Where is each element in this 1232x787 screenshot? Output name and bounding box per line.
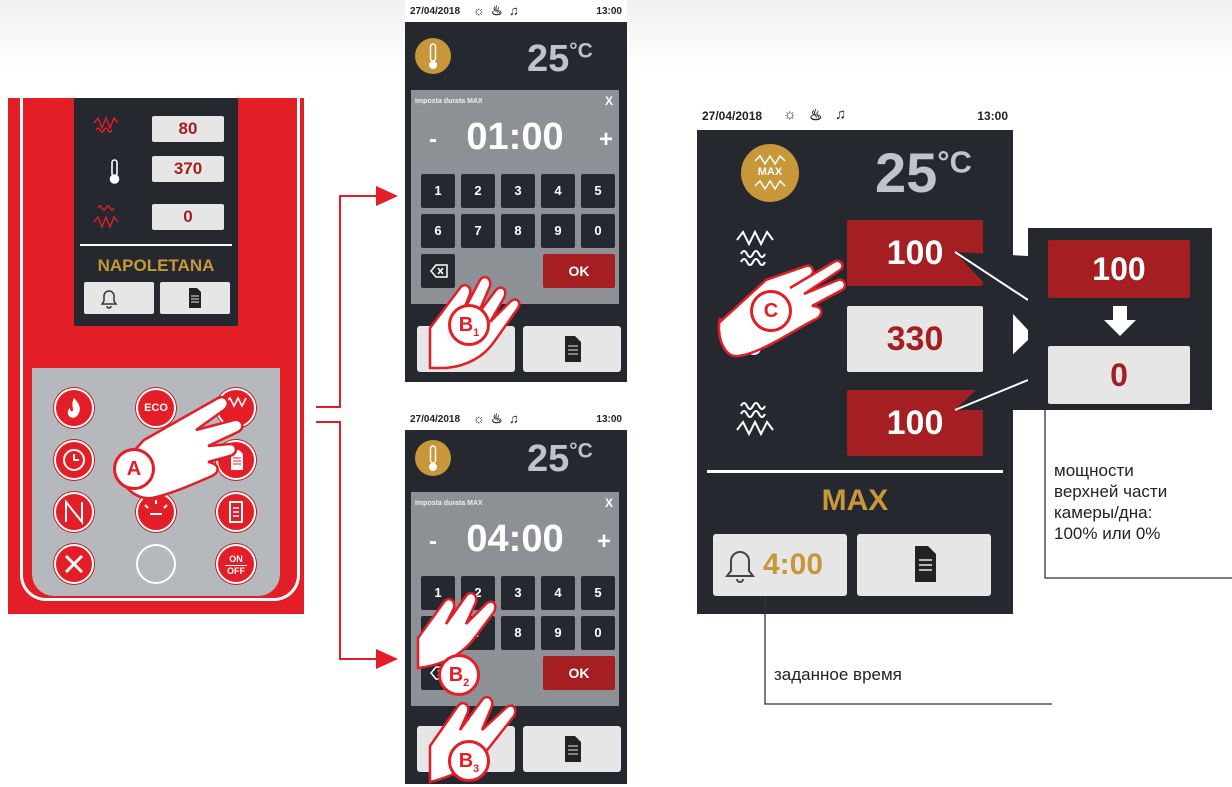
- power-note: мощности верхней части камеры/дна: 100% …: [1054, 460, 1167, 544]
- zoom-callout: 100 0: [1028, 228, 1212, 410]
- power-after: 0: [1048, 346, 1190, 404]
- power-note-line: камеры/дна:: [1054, 503, 1153, 522]
- power-note-line: 100% или 0%: [1054, 524, 1161, 543]
- power-note-line: мощности: [1054, 461, 1134, 480]
- time-note-leader: [764, 598, 1052, 705]
- power-note-line: верхней части: [1054, 482, 1168, 501]
- time-note: заданное время: [774, 665, 902, 684]
